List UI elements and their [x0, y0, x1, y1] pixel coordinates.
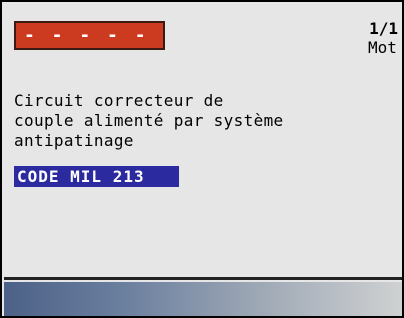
- mil-code-highlight[interactable]: CODE MIL 213: [14, 166, 179, 187]
- status-bar: [4, 282, 402, 316]
- code-detail-panel: - - - - - 1/1 Mot Circuit correcteur de …: [4, 4, 402, 277]
- dtc-code-box: - - - - -: [14, 21, 165, 50]
- page-counter: 1/1: [369, 19, 398, 38]
- module-label: Mot: [368, 39, 397, 57]
- separator-line: [4, 277, 402, 280]
- code-description: Circuit correcteur de couple alimenté pa…: [14, 91, 284, 150]
- scan-tool-screen: - - - - - 1/1 Mot Circuit correcteur de …: [0, 0, 404, 318]
